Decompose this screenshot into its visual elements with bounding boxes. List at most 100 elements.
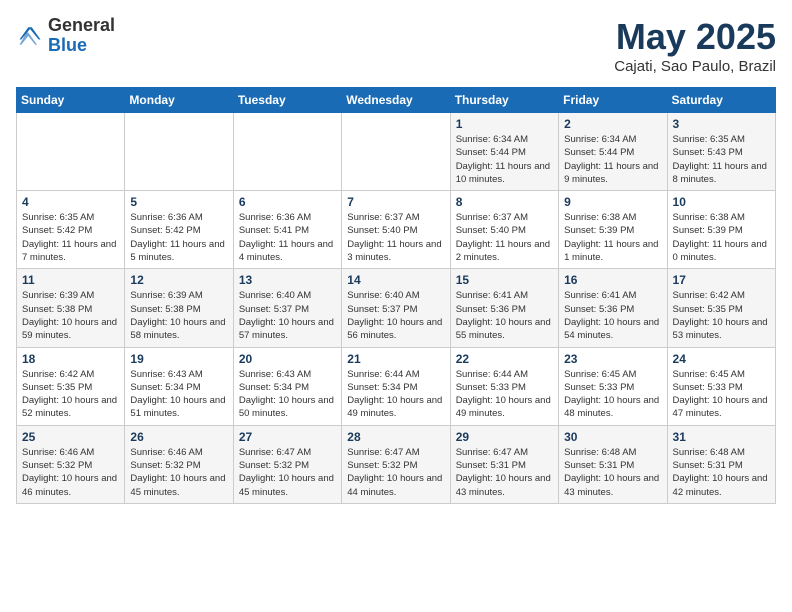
calendar-cell: 5 Sunrise: 6:36 AMSunset: 5:42 PMDaylight…	[125, 191, 233, 269]
day-number: 21	[347, 352, 444, 366]
logo-general: General	[48, 16, 115, 36]
day-number: 7	[347, 195, 444, 209]
calendar-cell: 22 Sunrise: 6:44 AMSunset: 5:33 PMDayligh…	[450, 347, 558, 425]
day-info: Sunrise: 6:36 AMSunset: 5:41 PMDaylight:…	[239, 211, 336, 264]
day-number: 30	[564, 430, 661, 444]
day-info: Sunrise: 6:42 AMSunset: 5:35 PMDaylight:…	[22, 368, 119, 421]
day-info: Sunrise: 6:38 AMSunset: 5:39 PMDaylight:…	[673, 211, 770, 264]
day-number: 28	[347, 430, 444, 444]
calendar-cell: 14 Sunrise: 6:40 AMSunset: 5:37 PMDayligh…	[342, 269, 450, 347]
calendar-cell: 17 Sunrise: 6:42 AMSunset: 5:35 PMDayligh…	[667, 269, 775, 347]
day-number: 3	[673, 117, 770, 131]
day-info: Sunrise: 6:47 AMSunset: 5:32 PMDaylight:…	[347, 446, 444, 499]
logo-blue: Blue	[48, 36, 115, 56]
weekday-header: Sunday	[17, 88, 125, 113]
calendar-table: SundayMondayTuesdayWednesdayThursdayFrid…	[16, 87, 776, 504]
day-info: Sunrise: 6:37 AMSunset: 5:40 PMDaylight:…	[456, 211, 553, 264]
day-info: Sunrise: 6:47 AMSunset: 5:32 PMDaylight:…	[239, 446, 336, 499]
day-info: Sunrise: 6:34 AMSunset: 5:44 PMDaylight:…	[456, 133, 553, 186]
calendar-cell: 11Sunrise: 6:39 AMSunset: 5:38 PMDayligh…	[17, 269, 125, 347]
page-header: General Blue May 2025 Cajati, Sao Paulo,…	[16, 16, 776, 75]
day-info: Sunrise: 6:46 AMSunset: 5:32 PMDaylight:…	[130, 446, 227, 499]
calendar-cell: 27 Sunrise: 6:47 AMSunset: 5:32 PMDayligh…	[233, 425, 341, 503]
day-number: 20	[239, 352, 336, 366]
day-number: 10	[673, 195, 770, 209]
day-number: 1	[456, 117, 553, 131]
day-number: 13	[239, 273, 336, 287]
day-info: Sunrise: 6:44 AMSunset: 5:33 PMDaylight:…	[456, 368, 553, 421]
day-info: Sunrise: 6:35 AMSunset: 5:43 PMDaylight:…	[673, 133, 770, 186]
weekday-header: Monday	[125, 88, 233, 113]
calendar-week-row: 1 Sunrise: 6:34 AMSunset: 5:44 PMDaylight…	[17, 113, 776, 191]
day-number: 27	[239, 430, 336, 444]
day-info: Sunrise: 6:48 AMSunset: 5:31 PMDaylight:…	[673, 446, 770, 499]
day-number: 15	[456, 273, 553, 287]
day-number: 5	[130, 195, 227, 209]
calendar-cell: 1 Sunrise: 6:34 AMSunset: 5:44 PMDaylight…	[450, 113, 558, 191]
calendar-week-row: 4 Sunrise: 6:35 AMSunset: 5:42 PMDaylight…	[17, 191, 776, 269]
day-number: 16	[564, 273, 661, 287]
day-info: Sunrise: 6:35 AMSunset: 5:42 PMDaylight:…	[22, 211, 119, 264]
day-number: 26	[130, 430, 227, 444]
day-number: 14	[347, 273, 444, 287]
calendar-cell: 8 Sunrise: 6:37 AMSunset: 5:40 PMDaylight…	[450, 191, 558, 269]
calendar-cell: 10 Sunrise: 6:38 AMSunset: 5:39 PMDayligh…	[667, 191, 775, 269]
calendar-cell: 13 Sunrise: 6:40 AMSunset: 5:37 PMDayligh…	[233, 269, 341, 347]
weekday-header: Friday	[559, 88, 667, 113]
day-info: Sunrise: 6:37 AMSunset: 5:40 PMDaylight:…	[347, 211, 444, 264]
day-info: Sunrise: 6:36 AMSunset: 5:42 PMDaylight:…	[130, 211, 227, 264]
day-number: 31	[673, 430, 770, 444]
calendar-cell: 29 Sunrise: 6:47 AMSunset: 5:31 PMDayligh…	[450, 425, 558, 503]
day-info: Sunrise: 6:41 AMSunset: 5:36 PMDaylight:…	[564, 289, 661, 342]
calendar-week-row: 11Sunrise: 6:39 AMSunset: 5:38 PMDayligh…	[17, 269, 776, 347]
day-number: 24	[673, 352, 770, 366]
day-info: Sunrise: 6:34 AMSunset: 5:44 PMDaylight:…	[564, 133, 661, 186]
day-info: Sunrise: 6:39 AMSunset: 5:38 PMDaylight:…	[22, 289, 119, 342]
day-info: Sunrise: 6:38 AMSunset: 5:39 PMDaylight:…	[564, 211, 661, 264]
calendar-cell: 31 Sunrise: 6:48 AMSunset: 5:31 PMDayligh…	[667, 425, 775, 503]
calendar-cell: 3 Sunrise: 6:35 AMSunset: 5:43 PMDaylight…	[667, 113, 775, 191]
day-info: Sunrise: 6:46 AMSunset: 5:32 PMDaylight:…	[22, 446, 119, 499]
weekday-header: Wednesday	[342, 88, 450, 113]
calendar-cell: 28 Sunrise: 6:47 AMSunset: 5:32 PMDayligh…	[342, 425, 450, 503]
day-info: Sunrise: 6:42 AMSunset: 5:35 PMDaylight:…	[673, 289, 770, 342]
calendar-week-row: 18Sunrise: 6:42 AMSunset: 5:35 PMDayligh…	[17, 347, 776, 425]
calendar-cell	[342, 113, 450, 191]
day-info: Sunrise: 6:45 AMSunset: 5:33 PMDaylight:…	[673, 368, 770, 421]
title-block: May 2025 Cajati, Sao Paulo, Brazil	[614, 16, 776, 75]
calendar-cell: 7 Sunrise: 6:37 AMSunset: 5:40 PMDaylight…	[342, 191, 450, 269]
day-info: Sunrise: 6:41 AMSunset: 5:36 PMDaylight:…	[456, 289, 553, 342]
calendar-cell: 18Sunrise: 6:42 AMSunset: 5:35 PMDayligh…	[17, 347, 125, 425]
calendar-cell: 12Sunrise: 6:39 AMSunset: 5:38 PMDayligh…	[125, 269, 233, 347]
day-number: 6	[239, 195, 336, 209]
day-info: Sunrise: 6:40 AMSunset: 5:37 PMDaylight:…	[239, 289, 336, 342]
day-number: 29	[456, 430, 553, 444]
day-number: 23	[564, 352, 661, 366]
day-number: 22	[456, 352, 553, 366]
calendar-cell: 23 Sunrise: 6:45 AMSunset: 5:33 PMDayligh…	[559, 347, 667, 425]
day-number: 4	[22, 195, 119, 209]
day-number: 12	[130, 273, 227, 287]
calendar-cell: 20Sunrise: 6:43 AMSunset: 5:34 PMDayligh…	[233, 347, 341, 425]
day-info: Sunrise: 6:40 AMSunset: 5:37 PMDaylight:…	[347, 289, 444, 342]
day-info: Sunrise: 6:44 AMSunset: 5:34 PMDaylight:…	[347, 368, 444, 421]
day-number: 17	[673, 273, 770, 287]
day-number: 25	[22, 430, 119, 444]
location: Cajati, Sao Paulo, Brazil	[614, 58, 776, 75]
calendar-cell: 16 Sunrise: 6:41 AMSunset: 5:36 PMDayligh…	[559, 269, 667, 347]
logo: General Blue	[16, 16, 115, 56]
calendar-cell: 26 Sunrise: 6:46 AMSunset: 5:32 PMDayligh…	[125, 425, 233, 503]
day-info: Sunrise: 6:45 AMSunset: 5:33 PMDaylight:…	[564, 368, 661, 421]
calendar-cell	[125, 113, 233, 191]
calendar-cell: 9Sunrise: 6:38 AMSunset: 5:39 PMDaylight…	[559, 191, 667, 269]
day-number: 2	[564, 117, 661, 131]
calendar-cell: 4 Sunrise: 6:35 AMSunset: 5:42 PMDaylight…	[17, 191, 125, 269]
calendar-cell: 19Sunrise: 6:43 AMSunset: 5:34 PMDayligh…	[125, 347, 233, 425]
calendar-week-row: 25 Sunrise: 6:46 AMSunset: 5:32 PMDayligh…	[17, 425, 776, 503]
day-number: 8	[456, 195, 553, 209]
weekday-header: Thursday	[450, 88, 558, 113]
day-number: 19	[130, 352, 227, 366]
day-info: Sunrise: 6:47 AMSunset: 5:31 PMDaylight:…	[456, 446, 553, 499]
logo-text: General Blue	[48, 16, 115, 56]
calendar-cell: 15 Sunrise: 6:41 AMSunset: 5:36 PMDayligh…	[450, 269, 558, 347]
